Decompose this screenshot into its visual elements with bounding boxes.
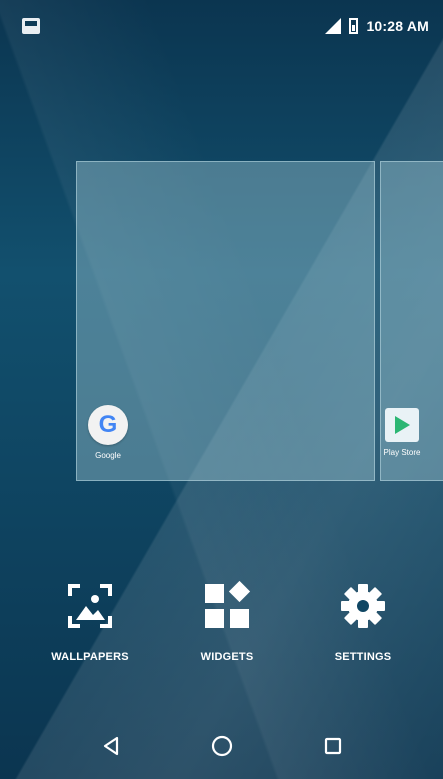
home-icon: [211, 735, 232, 756]
settings-button[interactable]: SETTINGS: [303, 580, 423, 663]
wallpaper-icon: [68, 584, 112, 628]
home-button[interactable]: [202, 726, 242, 766]
recents-icon: [324, 737, 341, 754]
play-store-icon: [385, 408, 419, 442]
navigation-bar: [0, 712, 443, 779]
gear-icon: [341, 584, 385, 628]
home-screen-edit-mode: 10:28 AM G Google Play Store WALLPAPERS …: [0, 0, 443, 779]
widgets-button[interactable]: WIDGETS: [167, 580, 287, 663]
recents-button[interactable]: [313, 726, 353, 766]
back-button[interactable]: [91, 726, 131, 766]
app-label: Google: [95, 451, 121, 460]
app-label: Play Store: [383, 448, 421, 457]
status-clock: 10:28 AM: [366, 18, 429, 34]
home-screen-preview-next[interactable]: Play Store: [380, 161, 443, 481]
status-bar: 10:28 AM: [0, 0, 443, 52]
home-screen-preview-current[interactable]: G Google: [76, 161, 375, 481]
battery-icon: [349, 18, 359, 34]
home-options-bar: WALLPAPERS WIDGETS SETTINGS: [0, 580, 443, 670]
settings-label: SETTINGS: [334, 651, 392, 663]
notification-icon: [22, 18, 40, 34]
wallpapers-button[interactable]: WALLPAPERS: [30, 580, 150, 663]
status-indicators: 10:28 AM: [325, 18, 429, 34]
widgets-label: WIDGETS: [200, 651, 254, 663]
google-icon: G: [88, 405, 128, 445]
back-icon: [103, 736, 118, 755]
app-shortcut-play-store[interactable]: Play Store: [367, 405, 437, 457]
widgets-icon: [205, 580, 251, 628]
signal-icon: [325, 18, 342, 34]
app-shortcut-google[interactable]: G Google: [73, 405, 143, 460]
wallpapers-label: WALLPAPERS: [51, 651, 129, 663]
